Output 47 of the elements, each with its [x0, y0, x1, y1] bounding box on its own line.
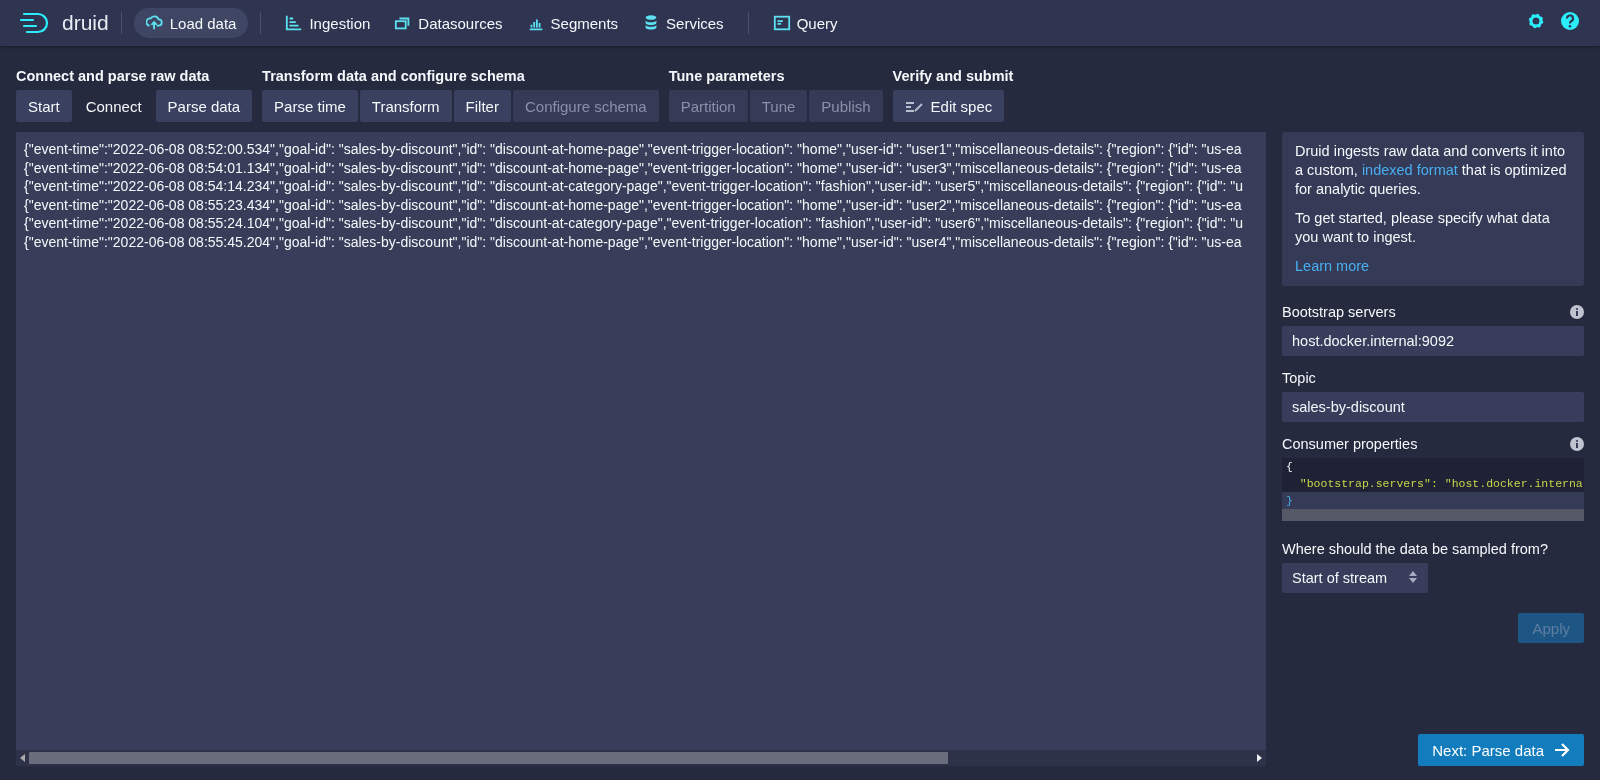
- raw-data-line: {"event-time":"2022-06-08 08:55:23.434","goal-id": "sales-by-discount","id": "discount-at-home-page","event-trigger-location": "home","user-id": "user2","miscellaneous-details": {"region": {"id": "us-ea: [24, 195, 1242, 214]
- arrow-right-icon: [1554, 743, 1570, 757]
- field-label: Where should the data be sampled from?: [1282, 541, 1548, 557]
- info-icon[interactable]: [1570, 305, 1584, 319]
- step-tab[interactable]: Transform: [359, 90, 452, 122]
- field-label: Topic: [1282, 370, 1316, 386]
- scrollbar[interactable]: [16, 750, 1266, 766]
- code-editor[interactable]: { "bootstrap.servers": "host.docker.interna }: [1282, 458, 1584, 521]
- info-icon[interactable]: [1570, 437, 1584, 451]
- indexed-format-link[interactable]: indexed format: [1361, 162, 1458, 178]
- edit-icon: [904, 99, 923, 113]
- raw-data-line: {"event-time":"2022-06-08 08:55:45.204","goal-id": "sales-by-discount","id": "discount-at-home-page","event-trigger-location": "home","user-id": "user4","miscellaneous-details": {"region": {"id": "us-ea: [24, 232, 1242, 251]
- step-group-title: Tune parameters: [668, 68, 786, 84]
- text-field[interactable]: sales-by-discount: [1282, 392, 1584, 422]
- raw-data-line: {"event-time":"2022-06-08 08:55:24.104","goal-id": "sales-by-discount","id": "discount-at-category-page","event-trigger-location": "fashion","user-id": "user6","miscellaneous-details": {"region": {"id": "u: [24, 214, 1244, 233]
- raw-data-line: {"event-time":"2022-06-08 08:54:01.134","goal-id": "sales-by-discount","id": "discount-at-home-page","event-trigger-location": "home","user-id": "user3","miscellaneous-details": {"region": {"id": "us-ea: [24, 158, 1242, 177]
- learn-more-link[interactable]: Learn more: [1295, 258, 1370, 274]
- nav-tab[interactable]: Segments: [514, 8, 631, 38]
- step-tab[interactable]: Edit spec: [892, 90, 1005, 122]
- chart-icon: [285, 14, 304, 32]
- nav-tab[interactable]: Load data: [133, 8, 249, 38]
- intro-paragraph: Druid ingests raw data and converts it into a custom, indexed format that is optimized for analytic queries.: [1295, 142, 1568, 199]
- field-label: Consumer properties: [1282, 436, 1418, 452]
- nav-tab[interactable]: Query: [760, 8, 850, 38]
- step-tab[interactable]: Filter: [453, 90, 511, 122]
- raw-data-line: {"event-time":"2022-06-08 08:54:14.234","goal-id": "sales-by-discount","id": "discount-at-category-page","event-trigger-location": "fashion","user-id": "user5","miscellaneous-details": {"region": {"id": "u: [24, 177, 1244, 196]
- step-tab[interactable]: Parse data: [155, 90, 253, 122]
- logo-text: druid: [62, 11, 109, 35]
- caret-icon: [1408, 569, 1418, 584]
- help-icon[interactable]: [1560, 11, 1580, 31]
- console-icon: [772, 14, 791, 32]
- dropdown[interactable]: Start of stream: [1282, 563, 1428, 593]
- step-tab[interactable]: Parse time: [262, 90, 358, 122]
- step-group-title: Connect and parse raw data: [16, 68, 211, 84]
- field-label: Bootstrap servers: [1282, 304, 1396, 320]
- cloud-upload-icon: [145, 14, 164, 32]
- step-group-title: Transform data and configure schema: [262, 68, 526, 84]
- text-field[interactable]: host.docker.internal:9092: [1282, 326, 1584, 356]
- next-button[interactable]: Next: Parse data: [1418, 734, 1584, 766]
- nav-tab[interactable]: Ingestion: [273, 8, 383, 38]
- step-tab[interactable]: Start: [16, 90, 72, 122]
- nav-tab[interactable]: Services: [630, 8, 736, 38]
- raw-data-line: {"event-time":"2022-06-08 08:52:00.534","goal-id": "sales-by-discount","id": "discount-at-home-page","event-trigger-location": "home","user-id": "user1","miscellaneous-details": {"region": {"id": "us-ea: [24, 140, 1242, 159]
- nav-tab[interactable]: Datasources: [382, 8, 515, 38]
- step-group-title: Verify and submit: [892, 68, 1014, 84]
- settings-icon[interactable]: [1526, 11, 1546, 31]
- intro-paragraph: To get started, please specify what data you want to ingest.: [1295, 209, 1551, 247]
